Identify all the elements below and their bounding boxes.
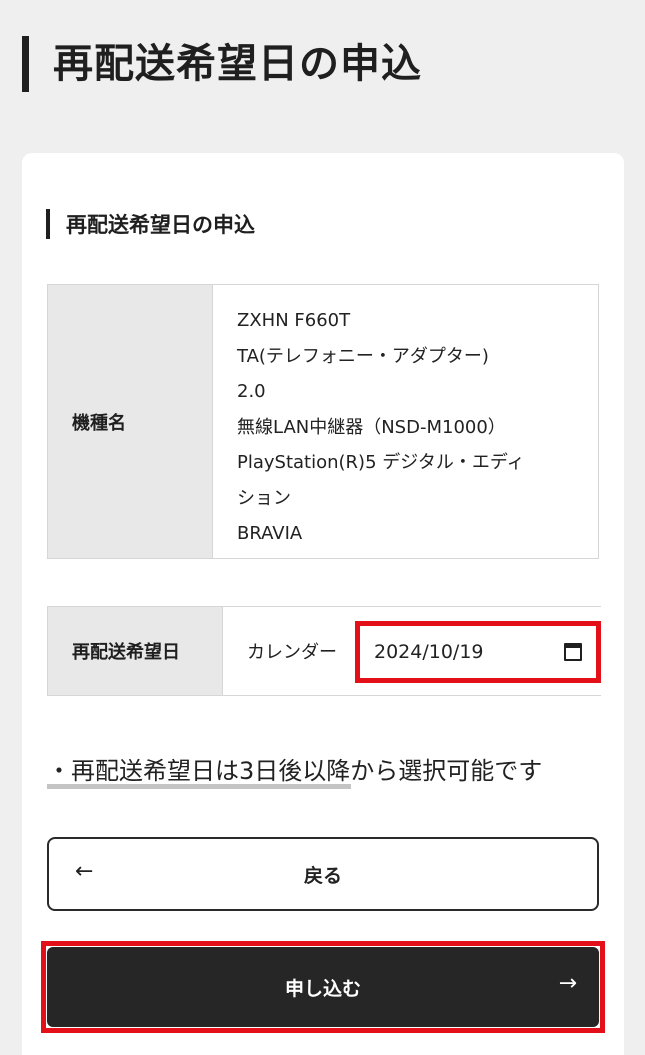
section-title: 再配送希望日の申込 bbox=[66, 213, 255, 237]
back-button-label: 戻る bbox=[303, 864, 342, 887]
section-accent-bar bbox=[46, 209, 50, 239]
calendar-icon[interactable] bbox=[564, 643, 582, 661]
page-header: 再配送希望日の申込 bbox=[22, 36, 422, 92]
model-line: PlayStation(R)5 デジタル・エディ bbox=[237, 452, 525, 473]
submit-button-label: 申し込む bbox=[284, 977, 361, 1000]
title-accent-bar bbox=[22, 36, 29, 92]
date-cell: カレンダー 2024/10/19 bbox=[223, 607, 601, 695]
date-note: ・再配送希望日は3日後以降から選択可能です bbox=[47, 757, 543, 785]
note-underline bbox=[47, 784, 351, 789]
form-card: 再配送希望日の申込 機種名 ZXHN F660T TA(テレフォニー・アダプター… bbox=[22, 153, 624, 1055]
model-line: ション bbox=[237, 487, 291, 509]
date-header: 再配送希望日 bbox=[48, 607, 223, 695]
model-line: BRAVIA bbox=[237, 523, 303, 544]
model-line: ZXHN F660T bbox=[237, 310, 351, 331]
model-line: TA(テレフォニー・アダプター) bbox=[237, 345, 489, 367]
arrow-left-icon: ← bbox=[75, 859, 94, 884]
model-line: 2.0 bbox=[237, 381, 266, 402]
model-line: 無線LAN中継器（NSD-M1000） bbox=[237, 416, 506, 438]
date-input[interactable]: 2024/10/19 bbox=[355, 621, 601, 683]
section-heading: 再配送希望日の申込 bbox=[46, 209, 255, 239]
model-list: ZXHN F660T TA(テレフォニー・アダプター) 2.0 無線LAN中継器… bbox=[213, 285, 598, 558]
model-header: 機種名 bbox=[48, 285, 213, 558]
calendar-label: カレンダー bbox=[247, 642, 337, 663]
arrow-right-icon: → bbox=[558, 971, 577, 996]
back-button[interactable]: ← 戻る bbox=[47, 837, 599, 911]
page-title: 再配送希望日の申込 bbox=[53, 41, 422, 87]
model-table: 機種名 ZXHN F660T TA(テレフォニー・アダプター) 2.0 無線LA… bbox=[47, 284, 599, 559]
submit-button[interactable]: 申し込む → bbox=[47, 947, 599, 1027]
date-value: 2024/10/19 bbox=[374, 641, 484, 663]
date-table: 再配送希望日 カレンダー 2024/10/19 bbox=[47, 606, 601, 696]
